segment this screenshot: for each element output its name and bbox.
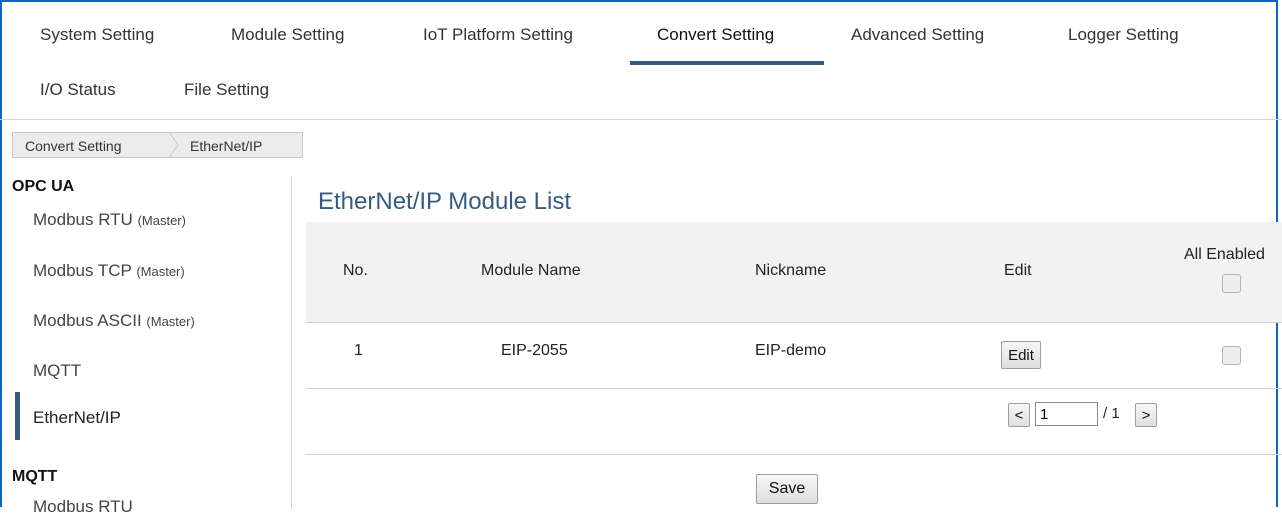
row-divider <box>306 388 1282 389</box>
column-header-no: No. <box>343 262 368 279</box>
column-header-edit: Edit <box>1004 262 1032 279</box>
save-button[interactable]: Save <box>756 474 818 504</box>
sidebar-item-suffix: (Master) <box>146 314 195 329</box>
edit-button[interactable]: Edit <box>1001 341 1041 369</box>
sidebar-item-label: Modbus ASCII <box>33 311 142 330</box>
sidebar-divider <box>291 176 292 509</box>
column-header-module-name: Module Name <box>481 262 581 279</box>
row-nickname: EIP-demo <box>755 342 827 359</box>
next-page-button[interactable]: > <box>1135 403 1157 427</box>
sidebar-item-modbus-ascii-master[interactable]: Modbus ASCII (Master) <box>33 311 195 331</box>
top-nav: System Setting Module Setting IoT Platfo… <box>0 0 1282 120</box>
sidebar-section-opc-ua: OPC UA <box>12 178 75 195</box>
tab-advanced-setting[interactable]: Advanced Setting <box>851 25 984 45</box>
sidebar-item-label: Modbus TCP <box>33 261 132 280</box>
breadcrumb-label: EtherNet/IP <box>190 138 263 154</box>
page-total: / 1 <box>1103 405 1120 422</box>
tab-module-setting[interactable]: Module Setting <box>231 25 344 45</box>
row-divider <box>306 454 1282 455</box>
tab-system-setting[interactable]: System Setting <box>40 25 154 45</box>
tab-file-setting[interactable]: File Setting <box>184 80 269 100</box>
sidebar-item-suffix: (Master) <box>137 213 186 228</box>
tab-iot-platform-setting[interactable]: IoT Platform Setting <box>423 25 573 45</box>
active-tab-indicator <box>630 61 824 65</box>
sidebar-item-mqtt[interactable]: MQTT <box>33 361 81 381</box>
sidebar-active-indicator <box>15 392 20 440</box>
breadcrumb-ethernet-ip[interactable]: EtherNet/IP <box>169 132 303 158</box>
sidebar-item-label: MQTT <box>33 361 82 380</box>
sidebar-item-label: EtherNet/IP <box>33 408 121 427</box>
sidebar-item-mqtt-modbus-rtu[interactable]: Modbus RTU <box>33 497 133 517</box>
sidebar-item-label: Modbus RTU <box>33 210 133 229</box>
breadcrumb-convert-setting[interactable]: Convert Setting <box>12 132 170 158</box>
column-header-nickname: Nickname <box>755 262 827 279</box>
prev-page-button[interactable]: < <box>1008 403 1030 427</box>
sidebar-item-label: Modbus RTU <box>33 497 133 516</box>
breadcrumb-label: Convert Setting <box>25 138 122 154</box>
sidebar-item-modbus-tcp-master[interactable]: Modbus TCP (Master) <box>33 261 185 281</box>
all-enabled-checkbox[interactable] <box>1222 274 1241 293</box>
tab-io-status[interactable]: I/O Status <box>40 80 116 100</box>
page-number-input[interactable] <box>1035 402 1098 426</box>
tab-convert-setting[interactable]: Convert Setting <box>657 25 774 45</box>
sidebar-item-ethernet-ip[interactable]: EtherNet/IP <box>33 408 121 428</box>
column-header-all-enabled: All Enabled <box>1184 246 1265 263</box>
row-enabled-checkbox[interactable] <box>1222 346 1241 365</box>
row-module-name: EIP-2055 <box>501 342 568 359</box>
tab-logger-setting[interactable]: Logger Setting <box>1068 25 1179 45</box>
sidebar-item-modbus-rtu-master[interactable]: Modbus RTU (Master) <box>33 210 186 230</box>
breadcrumb-separator-icon <box>169 132 179 158</box>
row-no: 1 <box>354 342 363 359</box>
sidebar-item-suffix: (Master) <box>136 264 185 279</box>
page-title: EtherNet/IP Module List <box>318 188 572 215</box>
breadcrumb: Convert Setting EtherNet/IP <box>12 132 303 158</box>
nav-divider <box>0 119 1282 120</box>
sidebar-section-mqtt: MQTT <box>12 468 58 485</box>
